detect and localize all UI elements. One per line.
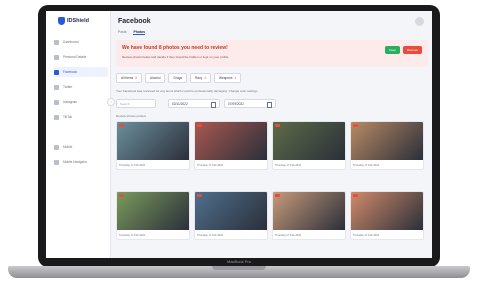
sidebar-item-mobile-navigator[interactable]: Mobile Navigator <box>54 157 108 167</box>
flag-icon <box>353 194 358 197</box>
photo-thumbnail[interactable] <box>117 192 189 230</box>
flag-icon <box>119 194 124 197</box>
photo-caption: Thursday 17 Feb 2022 <box>353 234 380 237</box>
tab-bar: Posts Photos <box>118 30 145 35</box>
photo-card[interactable]: Thursday 17 Feb 2022 <box>350 191 424 240</box>
filter-label: Weapons <box>219 76 233 80</box>
sidebar-item-label: Facebook <box>63 70 77 74</box>
photo-caption: Thursday 17 Feb 2022 <box>119 164 146 167</box>
date-from-value: 02/11/2022 <box>172 102 188 106</box>
main-content: Facebook Posts Photos We have found 8 ph… <box>110 11 432 258</box>
date-to-value: 07/09/2022 <box>228 102 244 106</box>
review-alert: We have found 8 photos you need to revie… <box>116 40 428 67</box>
compass-icon <box>54 159 59 165</box>
sidebar-item-tiktok[interactable]: TikTok <box>54 112 108 122</box>
filter-count: 4 <box>204 76 207 80</box>
sidebar-item-label: Personal Details <box>63 55 87 59</box>
photo-card[interactable]: Thursday 17 Feb 2022 <box>194 191 268 240</box>
calendar-icon <box>267 102 272 108</box>
photo-card[interactable]: Thursday 17 Feb 2022 <box>194 121 268 170</box>
photo-thumbnail[interactable] <box>351 122 423 160</box>
page-title: Facebook <box>118 18 151 25</box>
shield-icon <box>58 17 65 25</box>
filter-all-items[interactable]: All Items 8 <box>116 73 143 83</box>
sidebar-item-label: TikTok <box>63 115 73 119</box>
sidebar-item-label: Instagram <box>63 100 78 104</box>
filter-label: Drugs <box>173 76 182 80</box>
filter-label: Racy <box>195 76 203 80</box>
sidebar-item-label: Dashboard <box>63 40 79 44</box>
photo-caption: Thursday 17 Feb 2022 <box>197 164 224 167</box>
instagram-icon <box>54 99 59 105</box>
tab-posts[interactable]: Posts <box>118 30 126 35</box>
photo-caption: Thursday 17 Feb 2022 <box>119 234 146 237</box>
keep-button[interactable]: Keep <box>384 46 400 54</box>
photo-thumbnail[interactable] <box>195 122 267 160</box>
search-input[interactable]: Search <box>116 99 156 108</box>
tiktok-icon <box>54 114 59 120</box>
filter-chips: All Items 8 Alcohol Drugs Racy 4 Weapons… <box>116 73 242 83</box>
flag-icon <box>197 124 202 127</box>
twitter-icon <box>54 84 59 90</box>
avatar[interactable] <box>415 17 424 26</box>
filter-count: 8 <box>135 76 138 80</box>
calendar-icon <box>211 102 216 108</box>
filter-weapons[interactable]: Weapons 4 <box>214 73 242 83</box>
photo-caption: Thursday 17 Feb 2022 <box>275 234 302 237</box>
sidebar-item-dashboard[interactable]: Dashboard <box>54 37 108 47</box>
flag-icon <box>275 194 280 197</box>
group-label: Review photos posted <box>116 114 146 118</box>
photo-card[interactable]: Thursday 17 Feb 2022 <box>272 121 346 170</box>
laptop-notch <box>212 266 266 270</box>
flag-icon <box>353 124 358 127</box>
flag-icon <box>275 124 280 127</box>
device-brand: MacBook Pro <box>226 259 251 264</box>
alert-subtitle: Review photos below and decide if they s… <box>122 55 230 59</box>
photo-thumbnail[interactable] <box>117 122 189 160</box>
sidebar-item-mobile[interactable]: Mobile <box>54 142 108 152</box>
sidebar-item-label: Twitter <box>63 85 73 89</box>
sidebar-item-label: Mobile <box>63 145 73 149</box>
photo-caption: Thursday 17 Feb 2022 <box>275 164 302 167</box>
sidebar-item-instagram[interactable]: Instagram <box>54 97 108 107</box>
sidebar-item-facebook[interactable]: Facebook <box>54 67 108 77</box>
date-from-field[interactable]: 02/11/2022 <box>168 99 220 108</box>
app-screen: IDShield Dashboard Personal Details Face… <box>46 11 432 258</box>
photo-thumbnail[interactable] <box>273 192 345 230</box>
sidebar-item-label: Mobile Navigator <box>63 160 87 164</box>
filter-drugs[interactable]: Drugs <box>168 73 187 83</box>
tab-photos[interactable]: Photos <box>133 30 145 35</box>
sidebar-item-personal-details[interactable]: Personal Details <box>54 52 108 62</box>
alert-title: We have found 8 photos you need to revie… <box>122 45 228 51</box>
photo-caption: Thursday 17 Feb 2022 <box>197 234 224 237</box>
flag-icon <box>197 194 202 197</box>
remove-button[interactable]: Remove <box>402 46 422 54</box>
date-to-field[interactable]: 07/09/2022 <box>224 99 276 108</box>
grid-icon <box>54 39 59 45</box>
filter-racy[interactable]: Racy 4 <box>190 73 212 83</box>
photo-card[interactable]: Thursday 17 Feb 2022 <box>116 121 190 170</box>
photo-card[interactable]: Thursday 17 Feb 2022 <box>350 121 424 170</box>
photo-thumbnail[interactable] <box>351 192 423 230</box>
user-icon <box>54 54 59 60</box>
photo-card[interactable]: Thursday 17 Feb 2022 <box>272 191 346 240</box>
scan-hint: Your Facebook was reviewed for any items… <box>116 89 258 93</box>
sidebar: IDShield Dashboard Personal Details Face… <box>46 11 111 258</box>
facebook-icon <box>54 69 59 75</box>
flag-icon <box>119 124 124 127</box>
photo-thumbnail[interactable] <box>273 122 345 160</box>
photo-card[interactable]: Thursday 17 Feb 2022 <box>116 191 190 240</box>
sidebar-item-twitter[interactable]: Twitter <box>54 82 108 92</box>
phone-icon <box>54 144 59 150</box>
filter-label: Alcohol <box>150 76 161 80</box>
photo-caption: Thursday 17 Feb 2022 <box>353 164 380 167</box>
logo[interactable]: IDShield <box>58 17 89 25</box>
filter-alcohol[interactable]: Alcohol <box>145 73 166 83</box>
photo-thumbnail[interactable] <box>195 192 267 230</box>
logo-text: IDShield <box>67 18 90 24</box>
filter-label: All Items <box>121 76 134 80</box>
filter-count: 4 <box>234 76 237 80</box>
